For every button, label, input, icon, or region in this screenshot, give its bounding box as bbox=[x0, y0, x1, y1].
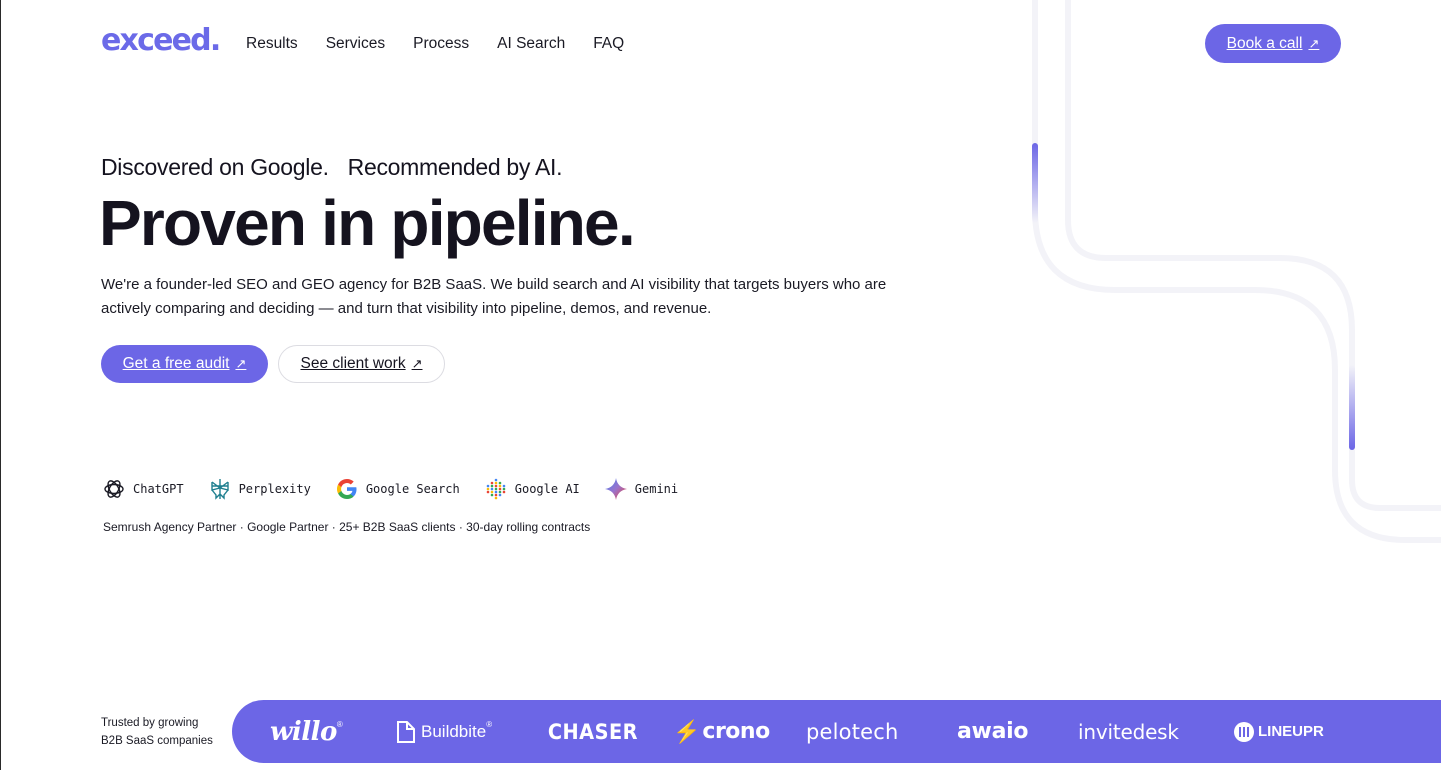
platform-google-ai: Google AI bbox=[484, 477, 580, 501]
kicker-ai: Recommended by AI. bbox=[347, 154, 563, 180]
lightning-icon: ⚡ bbox=[673, 718, 701, 744]
rail-highlight-bottom bbox=[1349, 365, 1355, 450]
nav-faq[interactable]: FAQ bbox=[593, 33, 624, 55]
perplexity-icon bbox=[210, 479, 229, 500]
free-audit-button[interactable]: Get a free audit ↗ bbox=[101, 345, 268, 383]
client-logo-buildbite: Buildbite ® bbox=[395, 700, 492, 763]
rail-highlight-top bbox=[1032, 143, 1038, 223]
hero-description: We're a founder-led SEO and GEO agency f… bbox=[101, 276, 887, 317]
platform-perplexity: Perplexity bbox=[208, 477, 311, 501]
arrow-up-right-icon: ↗ bbox=[411, 356, 423, 371]
trusted-line-1: Trusted by growing bbox=[101, 717, 199, 729]
platform-google-search: Google Search bbox=[335, 477, 460, 501]
book-call-button[interactable]: Book a call ↗ bbox=[1205, 24, 1341, 63]
decorative-rails bbox=[1032, 0, 1441, 543]
client-work-button[interactable]: See client work ↗ bbox=[278, 345, 445, 383]
nav-services[interactable]: Services bbox=[326, 33, 385, 55]
google-ai-icon bbox=[486, 478, 506, 500]
platform-label: ChatGPT bbox=[133, 482, 184, 496]
platform-label: Google Search bbox=[365, 482, 460, 496]
client-logo-chaser: CHASER bbox=[547, 719, 638, 744]
client-work-label: See client work bbox=[300, 355, 406, 372]
platform-chatgpt: ChatGPT bbox=[102, 477, 184, 501]
client-logo-pelotech: pelotech bbox=[806, 719, 899, 744]
gemini-icon bbox=[604, 478, 627, 500]
chatgpt-icon bbox=[104, 480, 124, 498]
trusted-line-2: B2B SaaS companies bbox=[101, 735, 213, 747]
client-logo-awaio: awaio bbox=[957, 719, 1029, 744]
free-audit-label: Get a free audit bbox=[122, 355, 230, 372]
kicker-google: Discovered on Google. bbox=[101, 154, 329, 180]
brand-logo[interactable]: exceed. bbox=[101, 22, 221, 60]
ai-platforms-row: ChatGPT Perplexity Google Search Google … bbox=[102, 477, 702, 501]
trusted-by-label: Trusted by growing B2B SaaS companies bbox=[101, 714, 213, 750]
nav-process[interactable]: Process bbox=[413, 33, 469, 55]
platform-gemini: Gemini bbox=[604, 477, 678, 501]
client-logo-crono: ⚡ crono bbox=[673, 718, 770, 745]
client-logo-invitedesk: invitedesk bbox=[1078, 719, 1179, 744]
nav-ai-search[interactable]: AI Search bbox=[497, 33, 565, 55]
platform-label: Google AI bbox=[514, 482, 580, 496]
main-nav: Results Services Process AI Search FAQ bbox=[246, 33, 652, 55]
arrow-up-right-icon: ↗ bbox=[1308, 35, 1320, 51]
buildbite-mark-icon bbox=[397, 720, 415, 743]
platform-label: Gemini bbox=[634, 482, 679, 496]
google-icon bbox=[336, 479, 357, 499]
client-logo-willo: willo ® bbox=[270, 716, 343, 747]
client-logo-bar: willo ® Buildbite ® CHASER ⚡ crono pelotec… bbox=[232, 700, 1441, 763]
credentials-line: Semrush Agency Partner · Google Partner … bbox=[103, 520, 591, 534]
arrow-up-right-icon: ↗ bbox=[235, 356, 247, 371]
nav-results[interactable]: Results bbox=[246, 33, 298, 55]
hero-kicker: Discovered on Google. Recommended by AI. bbox=[101, 154, 562, 181]
lineupr-mark-icon bbox=[1234, 721, 1254, 742]
hero-headline: Proven in pipeline. bbox=[99, 187, 636, 259]
client-logo-lineupr: LINEUPR bbox=[1233, 700, 1324, 763]
book-call-label: Book a call bbox=[1226, 34, 1303, 52]
platform-label: Perplexity bbox=[238, 482, 311, 496]
